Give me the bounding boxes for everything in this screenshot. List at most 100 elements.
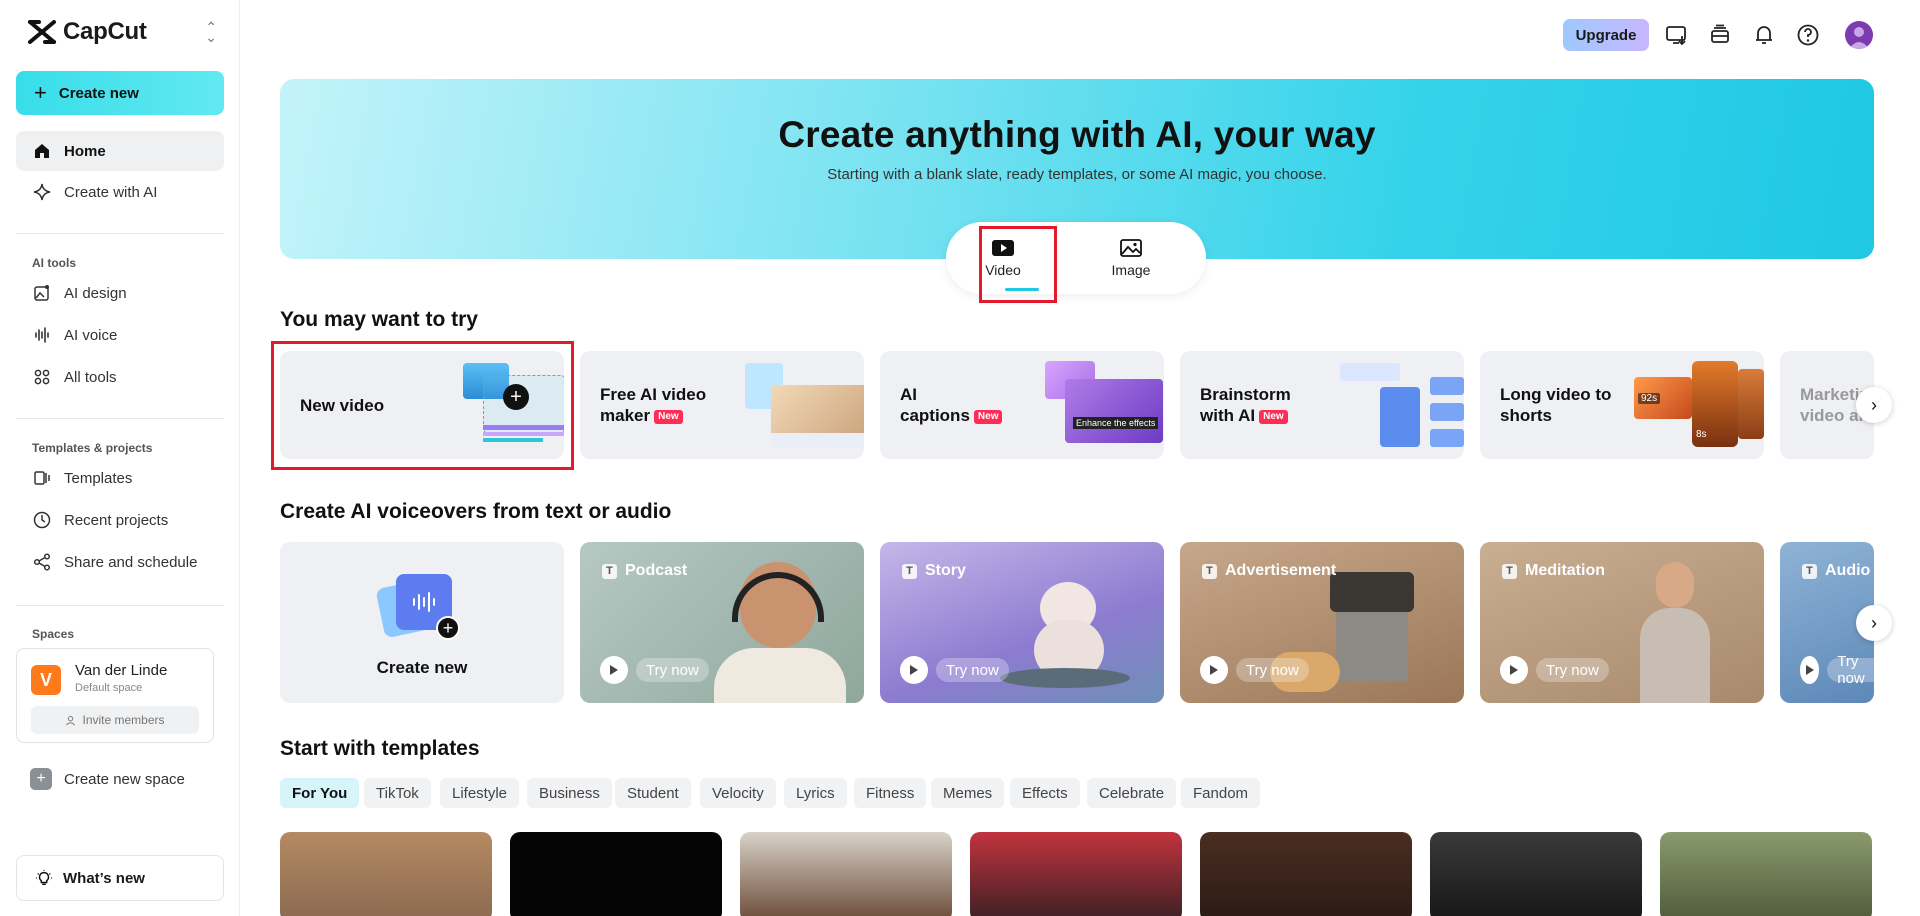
cat-illustration [1000, 572, 1130, 688]
sidebar-item-share-and-schedule[interactable]: Share and schedule [16, 542, 224, 582]
chip-for-you[interactable]: For You [280, 778, 360, 808]
space-subtitle: Default space [75, 682, 143, 694]
new-badge: New [654, 410, 683, 424]
try-now-label: Try now [936, 658, 1009, 682]
bell-icon[interactable] [1751, 22, 1777, 48]
section-heading-templates: Start with templates [280, 737, 480, 760]
user-silhouette-icon [1849, 27, 1869, 49]
create-new-space-label: Create new space [64, 770, 185, 788]
chip-fitness[interactable]: Fitness [854, 778, 927, 808]
card-free-ai-video-maker[interactable]: Free AI video maker New [580, 351, 864, 459]
sidebar-item-ai-voice[interactable]: AI voice [16, 315, 224, 355]
invite-members-label: Invite members [82, 713, 165, 727]
play-icon [600, 656, 628, 684]
sidebar-item-create-with-ai[interactable]: Create with AI [16, 172, 224, 212]
tab-image[interactable]: Image [1096, 238, 1166, 278]
chip-memes[interactable]: Memes [931, 778, 1005, 808]
sidebar-item-templates[interactable]: Templates [16, 458, 224, 498]
card-brainstorm-with-ai[interactable]: Brainstorm with AI New [1180, 351, 1464, 459]
sidebar-item-home[interactable]: Home [16, 131, 224, 171]
chip-effects[interactable]: Effects [1010, 778, 1080, 808]
caption-overlay-text: Enhance the effects [1073, 417, 1159, 429]
play-icon [900, 656, 928, 684]
card-ai-captions[interactable]: AI captions New Enhance the effects [880, 351, 1164, 459]
text-icon: T [602, 563, 617, 579]
template-thumbnail[interactable] [1430, 832, 1642, 916]
template-icon [34, 471, 50, 485]
space-name: Van der Linde [75, 662, 168, 679]
try-next-arrow[interactable]: › [1856, 387, 1892, 423]
card-voice-story[interactable]: T Story Try now [880, 542, 1164, 703]
card-voice-podcast[interactable]: T Podcast Try now [580, 542, 864, 703]
help-icon[interactable] [1795, 22, 1821, 48]
template-thumbnail[interactable] [740, 832, 952, 916]
brand-logo[interactable]: CapCut ⌃ ⌄ [27, 18, 217, 46]
template-thumbnail[interactable] [510, 832, 722, 916]
invite-members-button[interactable]: Invite members [31, 706, 199, 734]
sidebar-item-ai-design[interactable]: AI design [16, 273, 224, 313]
sidebar-item-all-tools[interactable]: All tools [16, 357, 224, 397]
space-avatar: V [31, 665, 61, 695]
chip-velocity[interactable]: Velocity [700, 778, 776, 808]
try-now-control[interactable]: Try now [600, 656, 709, 684]
highlight-box-video-tab [979, 226, 1057, 303]
whats-new-button[interactable]: What’s new [16, 855, 224, 901]
voice-card-title: Story [925, 562, 966, 579]
chip-tiktok[interactable]: TikTok [364, 778, 431, 808]
card-title-word: with AI [1200, 406, 1256, 425]
chip-fandom[interactable]: Fandom [1181, 778, 1261, 808]
sidebar-item-label: Share and schedule [64, 553, 198, 571]
template-thumbnail[interactable] [1660, 832, 1872, 916]
create-new-space-button[interactable]: + Create new space [30, 768, 185, 790]
template-thumbnail[interactable] [280, 832, 492, 916]
chip-business[interactable]: Business [527, 778, 612, 808]
card-title: Long video to shorts [1500, 351, 1611, 459]
waveform-icon [413, 592, 435, 612]
chip-celebrate[interactable]: Celebrate [1087, 778, 1177, 808]
new-badge: New [973, 410, 1003, 424]
try-now-control[interactable]: Try now [1800, 653, 1874, 687]
capcut-logo-icon [28, 20, 56, 44]
whats-new-label: What’s new [63, 869, 145, 887]
create-new-voice-label: Create new [376, 658, 468, 677]
voice-next-arrow[interactable]: › [1856, 605, 1892, 641]
new-badge: New [1259, 410, 1288, 424]
shorts-preview: 92s 8s [1634, 361, 1764, 451]
voice-card-label: T Meditation [1502, 562, 1605, 580]
try-now-control[interactable]: Try now [1200, 656, 1309, 684]
play-icon [1500, 656, 1528, 684]
card-create-new-voiceover[interactable]: + Create new [280, 542, 564, 703]
desktop-download-icon[interactable] [1664, 22, 1690, 48]
card-voice-meditation[interactable]: T Meditation Try now [1480, 542, 1764, 703]
user-avatar[interactable] [1845, 21, 1873, 49]
chip-lyrics[interactable]: Lyrics [784, 778, 847, 808]
card-long-video-to-shorts[interactable]: Long video to shorts 92s 8s [1480, 351, 1764, 459]
chip-student[interactable]: Student [615, 778, 691, 808]
try-now-control[interactable]: Try now [900, 656, 1009, 684]
template-thumbnail[interactable] [1200, 832, 1412, 916]
workspace-switch-icon[interactable]: ⌃ ⌄ [205, 20, 217, 44]
voice-create-illustration: + [375, 572, 460, 642]
sidebar: CapCut ⌃ ⌄ + Create new Home Create with … [0, 0, 240, 916]
podcast-host-image [714, 552, 846, 703]
sidebar-item-label: AI voice [64, 326, 118, 344]
text-icon: T [1502, 563, 1517, 579]
ai-tools-section-label: AI tools [32, 256, 76, 270]
sidebar-item-label: Home [64, 142, 106, 160]
text-icon: T [1802, 563, 1817, 579]
grid-icon [34, 369, 50, 385]
space-card[interactable]: V Van der Linde Default space Invite mem… [16, 648, 214, 743]
sidebar-item-recent-projects[interactable]: Recent projects [16, 500, 224, 540]
template-thumbnail[interactable] [970, 832, 1182, 916]
plus-icon: + [30, 768, 52, 790]
meditation-image [1630, 562, 1720, 703]
try-now-control[interactable]: Try now [1500, 656, 1609, 684]
lightbulb-icon [35, 869, 53, 886]
waveform-icon [35, 327, 49, 343]
upgrade-button[interactable]: Upgrade [1563, 19, 1649, 51]
tab-image-label: Image [1111, 262, 1151, 278]
card-voice-advertisement[interactable]: T Advertisement Try now [1180, 542, 1464, 703]
chip-lifestyle[interactable]: Lifestyle [440, 778, 520, 808]
create-new-button[interactable]: + Create new [16, 71, 224, 115]
inbox-stack-icon[interactable] [1707, 22, 1733, 48]
